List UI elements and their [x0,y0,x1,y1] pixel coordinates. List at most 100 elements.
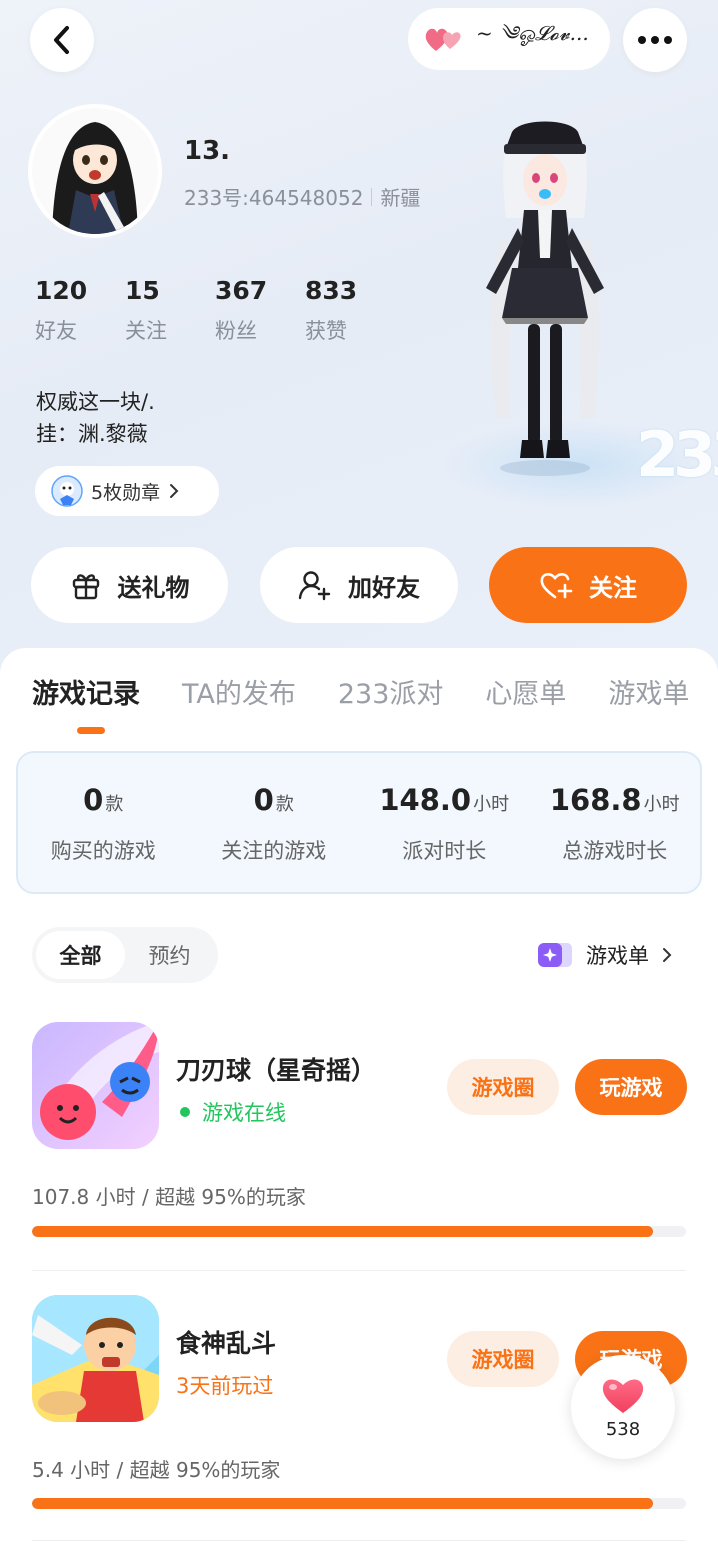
game-name[interactable]: 食神乱斗 [176,1324,276,1360]
filter-reserved[interactable]: 预约 [125,931,214,979]
follow-label: 关注 [589,573,637,602]
game-icon-food-god-brawl[interactable] [32,1295,159,1422]
summary-unit: 款 [105,794,124,815]
summary-value: 168.8 [549,783,642,817]
summary-unit: 小时 [643,794,680,815]
play-time-stat: 107.8 小时 / 超越 95%的玩家 [32,1185,306,1209]
summary-unit: 小时 [473,794,510,815]
location: 新疆 [380,186,421,210]
stat-label: 获赞 [305,319,347,343]
summary-value: 0 [253,783,274,817]
summary-label: 派对时长 [402,839,487,863]
game-list-link[interactable]: 游戏单 [536,940,673,970]
play-progress-bar [32,1226,686,1237]
avatar[interactable] [28,104,162,238]
double-heart-icon [425,28,461,51]
divider [32,1270,686,1271]
summary-followed[interactable]: 0款 关注的游戏 [189,753,360,892]
stat-value: 833 [305,276,358,305]
stat-friends[interactable]: 120 好友 [35,276,125,345]
summary-label: 总游戏时长 [562,839,668,863]
stat-fans[interactable]: 367 粉丝 [215,276,305,345]
more-dots-icon [638,36,672,44]
tab-wishlist[interactable]: 心愿单 [485,672,566,711]
active-tab-indicator [77,727,105,734]
divider [371,187,373,206]
profile-stats: 120 好友 15 关注 367 粉丝 833 获赞 [35,276,395,345]
game-list-icon [538,943,572,967]
avatar-character-image [32,108,158,234]
play-time-stat: 5.4 小时 / 超越 95%的玩家 [32,1458,281,1482]
tab-posts[interactable]: TA的发布 [182,672,296,711]
couple-badge-pill[interactable]: ~ ༄ஓ𝓛𝓸𝓿... [408,8,610,70]
like-count: 538 [605,1418,641,1440]
send-gift-label: 送礼物 [117,573,190,602]
stat-following[interactable]: 15 关注 [125,276,215,345]
badges-label: 5枚勋章 [91,481,161,504]
chevron-right-icon [663,948,672,962]
summary-label: 关注的游戏 [221,839,327,863]
add-friend-button[interactable]: 加好友 [260,547,458,623]
stat-label: 粉丝 [215,319,257,343]
divider [32,1540,686,1541]
tab-game-records[interactable]: 游戏记录 [32,672,140,711]
stat-label: 关注 [125,319,167,343]
bio: 权威这一块/. 挂：渊.黎薇 [36,386,155,450]
game-cover-image [32,1022,159,1149]
medal-icon [51,475,83,507]
online-dot-icon [180,1107,190,1117]
summary-value: 148.0 [379,783,472,817]
filter-all[interactable]: 全部 [36,931,125,979]
heart-plus-icon [540,573,573,599]
game-status: 3天前玩过 [176,1370,273,1400]
more-button[interactable] [623,8,687,72]
summary-party-time[interactable]: 148.0 小时 派对时长 [359,753,530,892]
avatar-3d-character[interactable] [460,118,630,488]
follow-button[interactable]: 关注 [489,547,687,623]
game-name[interactable]: 刀刃球（星奇摇） [176,1051,376,1087]
add-user-icon [298,571,331,601]
game-circle-button[interactable]: 游戏圈 [447,1331,559,1387]
nickname: 13. [184,136,231,166]
summary-total-time[interactable]: 168.8 小时 总游戏时长 [530,753,701,892]
play-progress-bar [32,1498,686,1509]
user-id: 233号:464548052 [184,186,364,210]
chevron-left-icon [54,26,69,54]
bio-line: 挂：渊.黎薇 [36,422,148,446]
summary-purchased[interactable]: 0款 购买的游戏 [18,753,189,892]
like-floating-button[interactable]: 538 [571,1355,675,1459]
game-summary-card: 0款 购买的游戏 0款 关注的游戏 148.0 小时 派对时长 168.8 小时 总… [16,751,702,894]
summary-unit: 款 [275,794,294,815]
add-friend-label: 加好友 [348,573,420,602]
back-button[interactable] [30,8,94,72]
stat-value: 15 [125,276,160,305]
couple-badge-text: ~ ༄ஓ𝓛𝓸𝓿... [476,21,589,45]
stat-likes[interactable]: 833 获赞 [305,276,395,345]
gift-icon [72,574,99,600]
badges-button[interactable]: 5枚勋章 [35,466,219,516]
summary-value: 0 [83,783,104,817]
bio-line: 权威这一块/. [36,390,155,414]
profile-tabs: 游戏记录 TA的发布 233派对 心愿单 游戏单 [32,672,689,711]
play-progress-fill [32,1498,654,1509]
play-progress-fill [32,1226,654,1237]
send-gift-button[interactable]: 送礼物 [31,547,228,623]
game-status-text: 游戏在线 [202,1101,286,1125]
tab-game-lists[interactable]: 游戏单 [608,672,689,711]
stat-label: 好友 [35,319,77,343]
game-cover-image [32,1295,159,1422]
game-status: 游戏在线 [176,1097,286,1127]
game-list-label: 游戏单 [586,944,649,968]
user-id-row: 233号:464548052 新疆 [184,182,420,211]
game-status-text: 3天前玩过 [176,1374,274,1398]
tab-233-party[interactable]: 233派对 [338,672,444,711]
stat-value: 120 [35,276,88,305]
decor-233-text: 233 [636,418,718,491]
game-circle-button[interactable]: 游戏圈 [447,1059,559,1115]
heart-icon [602,1378,644,1413]
game-icon-blade-ball[interactable] [32,1022,159,1149]
game-filter: 全部 预约 [32,927,218,983]
play-game-button[interactable]: 玩游戏 [575,1059,687,1115]
stat-value: 367 [215,276,268,305]
chevron-right-icon [170,484,179,498]
